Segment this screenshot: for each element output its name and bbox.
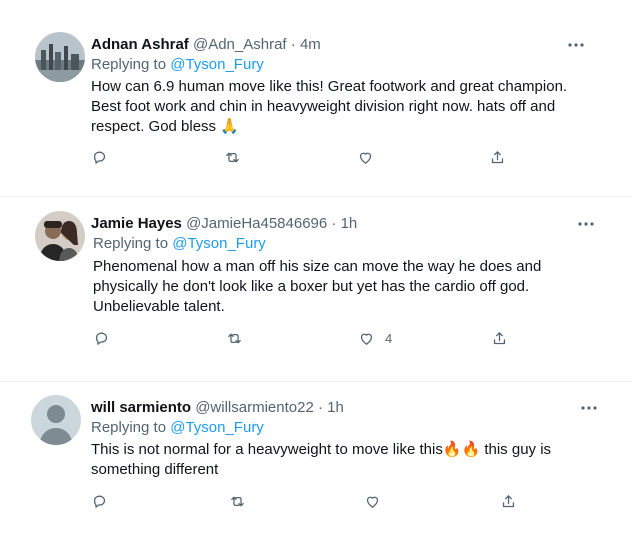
tweet-header: will sarmiento @willsarmiento22 · 1h (91, 398, 344, 418)
reply-icon (93, 151, 106, 164)
separator: · (317, 399, 323, 416)
tweet-actions (91, 491, 531, 511)
more-options-icon[interactable] (579, 403, 599, 413)
share-icon (493, 331, 506, 344)
timestamp[interactable]: 1h (327, 399, 344, 416)
tweet-header: Jamie Hayes @JamieHa45846696 · 1h (91, 214, 357, 234)
replying-prefix: Replying to (93, 235, 169, 252)
replying-to: Replying to @Tyson_Fury (91, 55, 264, 75)
author-handle[interactable]: @JamieHa45846696 (186, 215, 327, 232)
like-count: 4 (385, 330, 393, 346)
share-button[interactable] (500, 491, 517, 511)
reply-button[interactable] (91, 491, 108, 511)
default-user-avatar-icon (31, 395, 81, 445)
heart-icon (360, 333, 373, 345)
couple-photo-avatar-icon (35, 211, 85, 261)
retweet-button[interactable] (229, 491, 246, 511)
share-button[interactable] (489, 147, 506, 167)
replying-to: Replying to @Tyson_Fury (93, 234, 266, 254)
avatar[interactable] (35, 211, 85, 261)
tweet-header: Adnan Ashraf @Adn_Ashraf · 4m (91, 35, 321, 55)
retweet-button[interactable] (224, 147, 241, 167)
avatar[interactable] (31, 395, 81, 445)
replying-prefix: Replying to (91, 419, 167, 436)
tweet-2[interactable]: Jamie Hayes @JamieHa45846696 · 1h Replyi… (0, 197, 632, 372)
replying-to: Replying to @Tyson_Fury (91, 418, 264, 438)
timestamp[interactable]: 1h (341, 215, 358, 232)
share-icon (502, 494, 515, 507)
separator: · (331, 215, 337, 232)
retweet-icon (226, 152, 239, 162)
more-options-icon[interactable] (566, 40, 586, 50)
tweet-text: How can 6.9 human move like this! Great … (91, 78, 568, 135)
like-button[interactable] (357, 147, 384, 167)
replying-prefix: Replying to (91, 56, 167, 73)
tweet-text: Phenomenal how a man off his size can mo… (93, 258, 542, 315)
replying-to-link[interactable]: @Tyson_Fury (170, 419, 264, 436)
tweet-text: This is not normal for a heavyweight to … (91, 441, 552, 478)
tweet-3[interactable]: will sarmiento @willsarmiento22 · 1h Rep… (0, 382, 632, 534)
share-button[interactable] (491, 328, 508, 348)
replying-to-link[interactable]: @Tyson_Fury (170, 56, 264, 73)
reply-icon (93, 495, 106, 508)
avatar[interactable] (35, 32, 85, 82)
like-button[interactable] (364, 491, 391, 511)
author-name[interactable]: Adnan Ashraf (91, 36, 189, 53)
reply-icon (95, 332, 108, 345)
tweet-actions (91, 147, 531, 167)
city-skyline-avatar-icon (35, 32, 85, 82)
like-button[interactable]: 4 (358, 328, 392, 348)
author-handle[interactable]: @willsarmiento22 (195, 399, 314, 416)
separator: · (290, 36, 296, 53)
replying-to-link[interactable]: @Tyson_Fury (172, 235, 266, 252)
heart-icon (366, 496, 379, 508)
reply-button[interactable] (93, 328, 110, 348)
retweet-icon (228, 333, 241, 343)
reply-button[interactable] (91, 147, 108, 167)
more-options-icon[interactable] (576, 219, 596, 229)
retweet-icon (231, 496, 244, 506)
author-name[interactable]: will sarmiento (91, 399, 191, 416)
heart-icon (359, 152, 372, 164)
share-icon (491, 150, 504, 163)
tweet-1[interactable]: Adnan Ashraf @Adn_Ashraf · 4m Replying t… (0, 0, 632, 187)
timestamp[interactable]: 4m (300, 36, 321, 53)
tweet-actions: 4 (93, 328, 533, 348)
author-handle[interactable]: @Adn_Ashraf (193, 36, 287, 53)
author-name[interactable]: Jamie Hayes (91, 215, 182, 232)
retweet-button[interactable] (226, 328, 243, 348)
